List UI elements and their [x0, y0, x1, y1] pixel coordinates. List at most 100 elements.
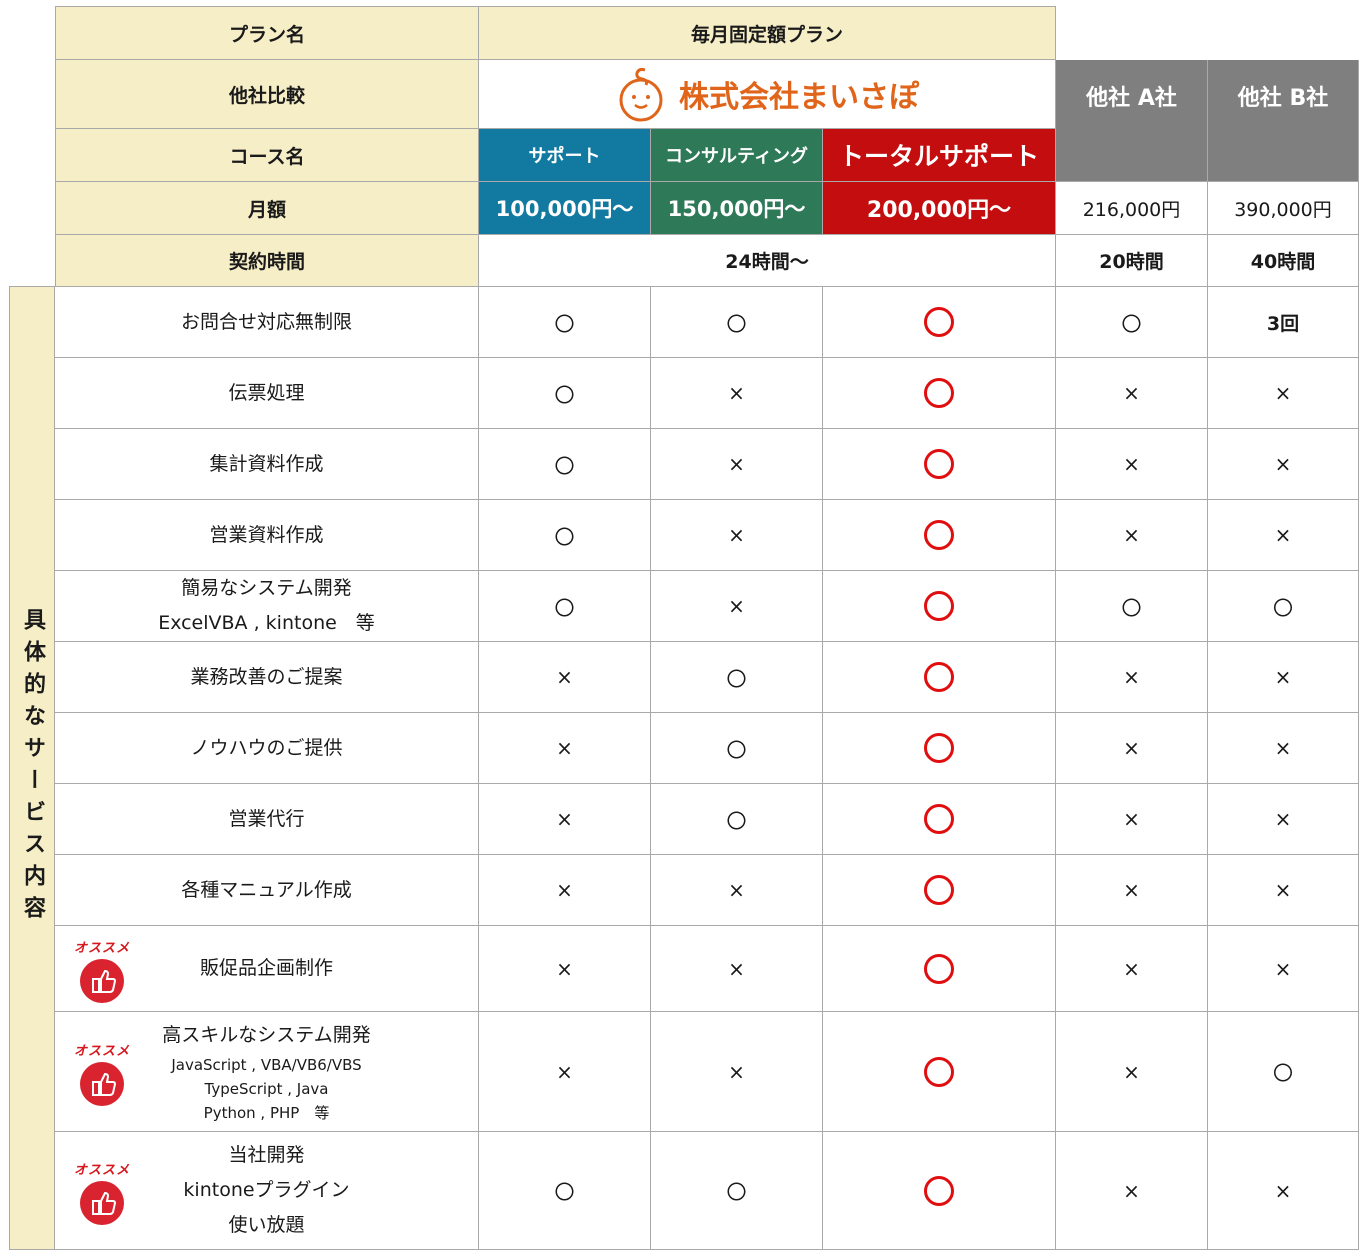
- row-1-c1-mark: 〇: [479, 287, 651, 358]
- row-6-c2-mark: 〇: [651, 642, 823, 713]
- row-3-a-mark: ×: [1056, 429, 1208, 500]
- price-other-a: 216,000円: [1056, 182, 1208, 235]
- row-12-a-mark: ×: [1056, 1132, 1208, 1250]
- row-8-service-label: 営業代行: [55, 784, 479, 855]
- row-4-total-mark: [823, 500, 1056, 571]
- mark-value: 〇: [726, 1180, 747, 1204]
- row-9-total-mark: [823, 855, 1056, 926]
- mark-value: ×: [556, 736, 573, 760]
- row-10-a-mark: ×: [1056, 926, 1208, 1012]
- service-label-line: 集計資料作成: [209, 452, 324, 475]
- service-label-line: 高スキルなシステム開発: [162, 1024, 371, 1046]
- row-8-c1-mark: ×: [479, 784, 651, 855]
- mark-value: ×: [1123, 1178, 1140, 1203]
- thumbs-up-icon: [80, 1062, 124, 1106]
- thumbs-up-icon: [80, 1181, 124, 1225]
- service-label-line: 営業代行: [228, 807, 305, 830]
- row-5-c1-mark: 〇: [479, 571, 651, 642]
- row-5-b-mark: 〇: [1208, 571, 1359, 642]
- mark-value: 〇: [554, 1180, 575, 1204]
- large-circle-mark: [924, 662, 954, 692]
- row-9-b-mark: ×: [1208, 855, 1359, 926]
- row-12-c2-mark: 〇: [651, 1132, 823, 1250]
- row-2-b-mark: ×: [1208, 358, 1359, 429]
- mark-value: ×: [1123, 665, 1140, 689]
- service-label-line: JavaScript , VBA/VB6/VBS: [171, 1056, 362, 1074]
- mark-value: ×: [1274, 523, 1292, 547]
- price-support: 100,000円～: [479, 182, 651, 235]
- large-circle-mark: [924, 1056, 954, 1087]
- large-circle-mark: [924, 449, 954, 479]
- row-8-a-mark: ×: [1056, 784, 1208, 855]
- service-label-line: 業務改善のご提案: [190, 665, 343, 688]
- large-circle-mark: [924, 378, 954, 408]
- mark-value: ×: [1274, 878, 1292, 902]
- thumbs-up-icon: [80, 959, 124, 1003]
- service-label-line: お問合せ対応無制限: [180, 310, 352, 333]
- row-1-a-mark: 〇: [1056, 287, 1208, 358]
- row-7-b-mark: ×: [1208, 713, 1359, 784]
- row-9-c1-mark: ×: [479, 855, 651, 926]
- large-circle-mark: [924, 1175, 954, 1206]
- mark-value: ×: [556, 1059, 573, 1084]
- service-label-line: 営業資料作成: [209, 523, 324, 546]
- course-consulting: コンサルティング: [651, 129, 823, 182]
- row-2-total-mark: [823, 358, 1056, 429]
- row-10-c2-mark: ×: [651, 926, 823, 1012]
- course-total-support: トータルサポート: [823, 129, 1056, 182]
- row-9-a-mark: ×: [1056, 855, 1208, 926]
- row-10-b-mark: ×: [1208, 926, 1359, 1012]
- large-circle-mark: [924, 804, 954, 834]
- contract-hours-value: 24時間～: [479, 235, 1056, 287]
- recommend-label: オススメ: [73, 1044, 130, 1059]
- mark-value: ×: [1123, 1059, 1140, 1084]
- row-6-a-mark: ×: [1056, 642, 1208, 713]
- mark-value: 〇: [1121, 595, 1142, 620]
- row-1-b-mark: 3回: [1208, 287, 1359, 358]
- mark-value: ×: [556, 878, 573, 902]
- recommend-badge: オススメ: [70, 1040, 134, 1106]
- recommend-badge: オススメ: [70, 1159, 134, 1225]
- row-4-a-mark: ×: [1056, 500, 1208, 571]
- mark-value: 〇: [554, 524, 575, 549]
- row-3-c1-mark: 〇: [479, 429, 651, 500]
- monthly-price-label: 月額: [55, 182, 479, 235]
- mark-value: ×: [1123, 452, 1140, 476]
- company-logo: 株式会社まいさぽ: [479, 60, 1056, 129]
- service-content-side-label: 具体的なサービス内容: [9, 286, 55, 1250]
- row-5-total-mark: [823, 571, 1056, 642]
- row-6-c1-mark: ×: [479, 642, 651, 713]
- mark-value: 〇: [1273, 1061, 1293, 1085]
- mark-value: 3回: [1266, 312, 1300, 335]
- row-7-total-mark: [823, 713, 1056, 784]
- mark-value: 〇: [554, 453, 575, 478]
- row-6-b-mark: ×: [1208, 642, 1359, 713]
- mark-value: ×: [1123, 381, 1140, 405]
- service-label-line: 使い放題: [228, 1214, 305, 1236]
- mark-value: ×: [1274, 381, 1292, 405]
- large-circle-mark: [924, 875, 954, 905]
- mark-value: ×: [1123, 956, 1140, 981]
- mark-value: ×: [728, 594, 745, 618]
- mark-value: ×: [728, 381, 745, 405]
- mark-value: ×: [728, 956, 745, 981]
- row-2-c1-mark: 〇: [479, 358, 651, 429]
- mark-value: ×: [556, 807, 573, 831]
- contract-hours-label: 契約時間: [55, 235, 479, 287]
- mark-value: ×: [1274, 1178, 1292, 1203]
- plan-name-label: プラン名: [55, 6, 479, 60]
- row-7-a-mark: ×: [1056, 713, 1208, 784]
- service-label-line: Python , PHP 等: [203, 1104, 330, 1122]
- service-label-line: 簡易なシステム開発: [181, 577, 352, 599]
- row-3-total-mark: [823, 429, 1056, 500]
- mark-value: 〇: [726, 311, 747, 336]
- large-circle-mark: [924, 520, 954, 550]
- mark-value: 〇: [726, 737, 747, 762]
- row-12-b-mark: ×: [1208, 1132, 1359, 1250]
- mark-value: ×: [728, 1059, 745, 1084]
- row-6-total-mark: [823, 642, 1056, 713]
- contract-hours-other-a: 20時間: [1056, 235, 1208, 287]
- row-9-c2-mark: ×: [651, 855, 823, 926]
- recommend-badge: オススメ: [70, 937, 134, 1003]
- mark-value: 〇: [1273, 595, 1293, 620]
